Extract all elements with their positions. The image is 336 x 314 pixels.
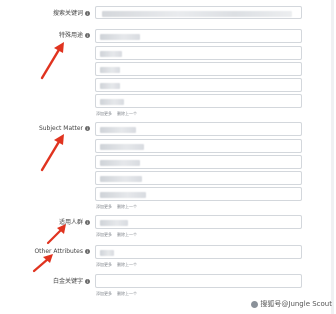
intended-use-input-4[interactable] [95, 78, 302, 92]
blurred-value [100, 99, 124, 105]
remove-last-link[interactable]: 删除上一个 [117, 291, 137, 296]
blurred-value [100, 83, 120, 89]
intended-use-input-1[interactable] [95, 29, 302, 43]
subject-matter-input-3[interactable] [95, 155, 302, 169]
info-icon[interactable]: i [85, 279, 90, 284]
platinum-keywords-controls: 添加更多 删除上一个 [96, 291, 142, 296]
red-arrow-icon [32, 254, 53, 273]
sohu-logo-icon [251, 300, 259, 308]
intended-use-label: 特殊用途 i [58, 32, 90, 39]
blurred-value [100, 220, 128, 226]
intended-use-input-2[interactable] [95, 46, 302, 60]
subject-matter-input-5[interactable] [95, 187, 302, 201]
scrollbar[interactable] [331, 0, 334, 314]
blurred-value [100, 192, 146, 198]
info-icon[interactable]: i [85, 220, 90, 225]
red-arrow-icon [40, 42, 64, 80]
subject-matter-controls: 添加更多 删除上一个 [96, 204, 142, 209]
remove-last-link[interactable]: 删除上一个 [117, 204, 137, 209]
watermark: 搜狐号@Jungle Scout [251, 299, 332, 309]
intended-use-input-5[interactable] [95, 94, 302, 108]
add-more-link[interactable]: 添加更多 [96, 111, 112, 116]
other-attributes-controls: 添加更多 删除上一个 [96, 262, 142, 267]
blurred-value [100, 176, 142, 182]
search-terms-label: 搜索关键词 i [52, 10, 90, 17]
info-icon[interactable]: i [85, 11, 90, 16]
blurred-value [100, 250, 114, 256]
other-attributes-input[interactable] [95, 245, 302, 259]
add-more-link[interactable]: 添加更多 [96, 291, 112, 296]
remove-last-link[interactable]: 删除上一个 [117, 111, 137, 116]
blurred-value [100, 34, 140, 40]
blurred-value [100, 51, 122, 57]
add-more-link[interactable]: 添加更多 [96, 204, 112, 209]
add-more-link[interactable]: 添加更多 [96, 232, 112, 237]
add-more-link[interactable]: 添加更多 [96, 262, 112, 267]
info-icon[interactable]: i [85, 33, 90, 38]
red-arrow-icon [40, 134, 64, 172]
platinum-keywords-input[interactable] [95, 274, 302, 288]
subject-matter-input-2[interactable] [95, 139, 302, 153]
blurred-value [100, 127, 136, 133]
remove-last-link[interactable]: 删除上一个 [117, 262, 137, 267]
platinum-keywords-label: 白金关键字 i [52, 278, 90, 285]
info-icon[interactable]: i [85, 126, 90, 131]
info-icon[interactable]: i [85, 249, 90, 254]
blurred-value [100, 160, 140, 166]
red-arrow-icon [46, 224, 66, 245]
blurred-value [100, 144, 144, 150]
blurred-value [100, 67, 120, 73]
intended-use-controls: 添加更多 删除上一个 [96, 111, 142, 116]
blurred-value [102, 11, 292, 17]
subject-matter-input-1[interactable] [95, 122, 302, 136]
intended-use-input-3[interactable] [95, 62, 302, 76]
target-audience-input[interactable] [95, 215, 302, 229]
remove-last-link[interactable]: 删除上一个 [117, 232, 137, 237]
subject-matter-input-4[interactable] [95, 171, 302, 185]
search-terms-input[interactable] [95, 6, 302, 19]
target-audience-controls: 添加更多 删除上一个 [96, 232, 142, 237]
